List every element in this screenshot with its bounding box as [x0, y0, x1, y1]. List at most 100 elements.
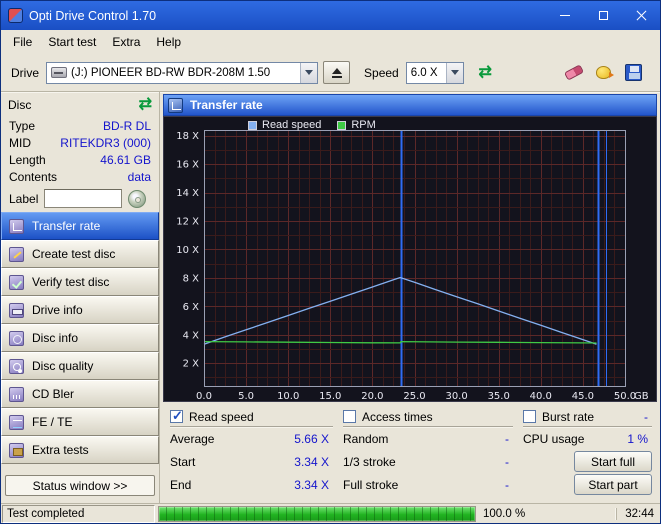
- svg-text:15.0: 15.0: [319, 391, 341, 401]
- progress-percent: 100.0 %: [483, 508, 525, 520]
- nav-item-disc-quality[interactable]: Disc quality: [1, 352, 159, 380]
- app-icon: [8, 8, 23, 23]
- svg-text:35.0: 35.0: [488, 391, 510, 401]
- toolbar-right: [560, 61, 650, 85]
- content-area: Disc ⇄ Type BD-R DL MID RITEKDR3 (000) L…: [1, 92, 660, 503]
- speed-label: Speed: [364, 66, 399, 80]
- random-value: -: [505, 432, 513, 446]
- disc-label-row: Label: [1, 185, 159, 212]
- svg-text:10 X: 10 X: [176, 245, 199, 256]
- chevron-down-icon[interactable]: [300, 63, 317, 83]
- disc-quality-icon: [9, 359, 24, 374]
- menu-start-test[interactable]: Start test: [40, 32, 104, 52]
- start-part-button[interactable]: Start part: [574, 474, 652, 495]
- disc-type-value: BD-R DL: [103, 119, 151, 133]
- maximize-button[interactable]: [584, 1, 622, 30]
- start-row: Start 3.34 X: [170, 450, 333, 473]
- nav-item-disc-info[interactable]: Disc info: [1, 324, 159, 352]
- start-full-button[interactable]: Start full: [574, 451, 652, 472]
- close-button[interactable]: [622, 1, 660, 30]
- chevron-down-icon[interactable]: [446, 63, 463, 83]
- disc-field-type: Type BD-R DL: [1, 117, 159, 134]
- third-stroke-value: -: [505, 455, 513, 469]
- disc-label-icon-button[interactable]: [128, 190, 146, 208]
- svg-text:12 X: 12 X: [176, 217, 199, 228]
- app-window: Opti Drive Control 1.70 File Start test …: [0, 0, 661, 524]
- rpm-legend-item: RPM: [337, 119, 375, 131]
- burst-rate-checkbox[interactable]: [523, 410, 536, 423]
- disc-panel-header: Disc ⇄: [1, 92, 159, 117]
- erase-disc-button[interactable]: [560, 61, 587, 85]
- nav-item-transfer-rate[interactable]: Transfer rate: [1, 212, 159, 240]
- full-stroke-value: -: [505, 478, 513, 492]
- window-controls: [546, 1, 660, 30]
- speed-select[interactable]: 6.0 X: [406, 62, 464, 84]
- third-stroke-row: 1/3 stroke -: [343, 450, 513, 473]
- disc-contents-link[interactable]: data: [128, 170, 151, 184]
- stats-panel: Read speed Average 5.66 X Start 3.34 X E…: [160, 402, 660, 503]
- save-icon: [625, 64, 642, 81]
- disc-length-value: 46.61 GB: [100, 153, 151, 167]
- eraser-icon: [563, 64, 583, 80]
- nav-item-fe-te[interactable]: FE / TE: [1, 408, 159, 436]
- titlebar: Opti Drive Control 1.70: [1, 1, 660, 30]
- svg-text:25.0: 25.0: [403, 391, 425, 401]
- tools-icon: [596, 66, 611, 79]
- nav-item-cd-bler[interactable]: CD Bler: [1, 380, 159, 408]
- menu-extra[interactable]: Extra: [104, 32, 148, 52]
- transfer-rate-header-icon: [168, 98, 183, 113]
- nav-item-drive-info[interactable]: Drive info: [1, 296, 159, 324]
- transfer-rate-icon: [9, 219, 24, 234]
- menu-file[interactable]: File: [5, 32, 40, 52]
- nav-item-extra-tests[interactable]: Extra tests: [1, 436, 159, 464]
- rpm-legend-swatch: [337, 121, 346, 130]
- nav-item-verify-test-disc[interactable]: Verify test disc: [1, 268, 159, 296]
- svg-text:5.0: 5.0: [238, 391, 254, 401]
- nav-item-create-test-disc[interactable]: Create test disc: [1, 240, 159, 268]
- extra-tests-icon: [9, 443, 24, 458]
- tools-button[interactable]: [590, 61, 617, 85]
- page-title: Transfer rate: [190, 98, 263, 112]
- average-value: 5.66 X: [294, 432, 333, 446]
- disc-label-input[interactable]: [44, 189, 122, 208]
- refresh-speeds-button[interactable]: ⇄: [472, 61, 499, 85]
- end-row: End 3.34 X: [170, 473, 333, 496]
- chart-legend: Read speed RPM: [248, 119, 376, 131]
- disc-field-mid: MID RITEKDR3 (000): [1, 134, 159, 151]
- refresh-disc-icon[interactable]: ⇄: [139, 97, 152, 113]
- toolbar: Drive (J:) PIONEER BD-RW BDR-208M 1.50 S…: [1, 54, 660, 92]
- full-stroke-row: Full stroke -: [343, 473, 513, 496]
- disc-info-icon: [9, 331, 24, 346]
- access-times-checkbox[interactable]: [343, 410, 356, 423]
- drive-info-icon: [9, 303, 24, 318]
- read-speed-checkbox[interactable]: [170, 410, 183, 423]
- svg-text:8 X: 8 X: [183, 273, 200, 284]
- status-text: Test completed: [2, 505, 155, 523]
- svg-text:18 X: 18 X: [176, 131, 199, 142]
- access-times-column: Access times Random - 1/3 stroke - Full …: [343, 409, 513, 496]
- start-value: 3.34 X: [294, 455, 333, 469]
- minimize-button[interactable]: [546, 1, 584, 30]
- svg-text:50.0: 50.0: [614, 391, 636, 401]
- create-test-disc-icon: [9, 247, 24, 262]
- transfer-rate-chart: 2 X4 X6 X8 X10 X12 X14 X16 X18 X0.05.010…: [164, 117, 657, 401]
- drive-select[interactable]: (J:) PIONEER BD-RW BDR-208M 1.50: [46, 62, 318, 84]
- main-area: Transfer rate Read speedRPM 2 X4 X6 X8 X…: [160, 92, 660, 503]
- refresh-icon: ⇄: [479, 65, 492, 81]
- page-title-bar: Transfer rate: [163, 94, 657, 116]
- status-window-button[interactable]: Status window >>: [5, 475, 155, 496]
- read-speed-legend-item: Read speed: [248, 119, 321, 131]
- disc-mid-value: RITEKDR3 (000): [60, 136, 151, 150]
- svg-text:GB: GB: [634, 391, 649, 401]
- drive-label: Drive: [11, 66, 39, 80]
- read-speed-column: Read speed Average 5.66 X Start 3.34 X E…: [170, 409, 333, 496]
- svg-text:14 X: 14 X: [176, 188, 199, 199]
- access-times-header: Access times: [362, 410, 433, 424]
- maximize-icon: [599, 11, 608, 20]
- save-results-button[interactable]: [620, 61, 647, 85]
- close-icon: [636, 10, 647, 21]
- menubar: File Start test Extra Help: [1, 30, 660, 54]
- menu-help[interactable]: Help: [148, 32, 189, 52]
- average-row: Average 5.66 X: [170, 427, 333, 450]
- eject-button[interactable]: [323, 61, 350, 84]
